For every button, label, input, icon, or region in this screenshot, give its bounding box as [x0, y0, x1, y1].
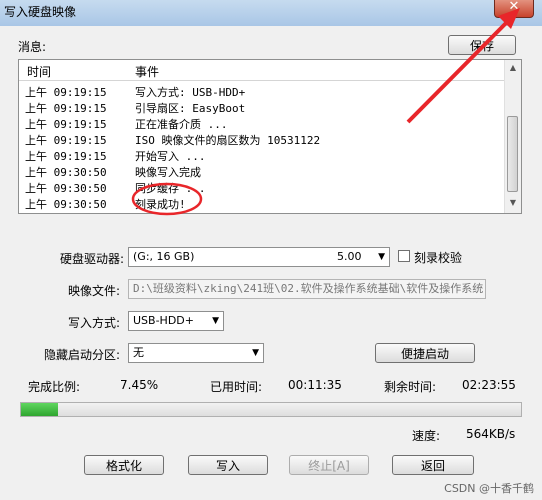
log-time: 上午 09:19:15 — [25, 102, 107, 115]
write-mode-select[interactable]: USB-HDD+ ▼ — [128, 311, 224, 331]
progress-bar — [20, 402, 522, 417]
log-row: 上午 09:19:15 ISO 映像文件的扇区数为 10531122 — [19, 132, 507, 148]
log-header: 时间 事件 — [19, 60, 507, 81]
hidden-partition-select[interactable]: 无 ▼ — [128, 343, 264, 363]
speed-value: 564KB/s — [466, 427, 516, 441]
column-time[interactable]: 时间 — [27, 63, 51, 80]
chevron-down-icon: ▼ — [378, 252, 385, 262]
log-event: 同步缓存 ... — [135, 182, 206, 195]
log-row: 上午 09:19:15 正在准备介质 ... — [19, 116, 507, 132]
window-title: 写入硬盘映像 — [4, 5, 77, 19]
progress-fill — [21, 403, 59, 416]
drive-label: 硬盘驱动器: — [60, 252, 125, 266]
log-time: 上午 09:30:50 — [25, 166, 107, 179]
write-button[interactable]: 写入 — [188, 455, 268, 475]
chevron-down-icon: ▼ — [212, 316, 219, 326]
log-event: 开始写入 ... — [135, 150, 206, 163]
watermark: CSDN @十香千鹤 — [444, 482, 534, 495]
message-log: 时间 事件 上午 09:19:15 写入方式: USB-HDD+ 上午 09:19… — [18, 59, 522, 214]
log-row: 上午 09:19:15 引导扇区: EasyBoot — [19, 100, 507, 116]
write-mode-label: 写入方式: — [68, 316, 121, 330]
title-bar: 写入硬盘映像 ✕ — [0, 0, 542, 26]
back-button[interactable]: 返回 — [392, 455, 474, 475]
verify-label: 刻录校验 — [414, 251, 463, 265]
log-row: 上午 09:30:50 刻录成功! — [19, 196, 507, 212]
log-event: 引导扇区: EasyBoot — [135, 102, 246, 115]
chevron-down-icon: ▼ — [252, 348, 259, 358]
log-event: ISO 映像文件的扇区数为 10531122 — [135, 134, 321, 147]
stop-button[interactable]: 终止[A] — [289, 455, 369, 475]
log-time: 上午 09:19:15 — [25, 150, 107, 163]
elapsed-value: 00:11:35 — [288, 378, 342, 392]
log-row: 上午 09:30:50 同步缓存 ... — [19, 180, 507, 196]
verify-checkbox[interactable] — [398, 250, 410, 262]
log-time: 上午 09:19:15 — [25, 86, 107, 99]
log-time: 上午 09:19:15 — [25, 118, 107, 131]
save-button[interactable]: 保存 — [448, 35, 516, 55]
hidden-partition-label: 隐藏启动分区: — [44, 348, 121, 362]
scroll-down-icon[interactable]: ▼ — [507, 198, 519, 210]
scroll-up-icon[interactable]: ▲ — [507, 63, 519, 75]
log-event: 映像写入完成 — [135, 166, 201, 179]
format-button[interactable]: 格式化 — [84, 455, 164, 475]
log-row: 上午 09:19:15 写入方式: USB-HDD+ — [19, 84, 507, 100]
scroll-thumb[interactable] — [507, 116, 518, 192]
log-time: 上午 09:30:50 — [25, 182, 107, 195]
log-row: 上午 09:19:15 开始写入 ... — [19, 148, 507, 164]
remaining-value: 02:23:55 — [462, 378, 516, 392]
log-event: 写入方式: USB-HDD+ — [135, 86, 246, 99]
log-event: 刻录成功! — [135, 198, 186, 211]
log-event: 正在准备介质 ... — [135, 118, 228, 131]
image-file-field[interactable]: D:\班级资料\zking\241班\02.软件及操作系统基础\软件及操作系统 — [128, 279, 486, 299]
log-time: 上午 09:30:50 — [25, 198, 107, 211]
log-time: 上午 09:19:15 — [25, 134, 107, 147]
speed-label: 速度: — [412, 429, 441, 443]
close-button[interactable]: ✕ — [494, 0, 534, 18]
log-row: 上午 09:30:50 映像写入完成 — [19, 164, 507, 180]
progress-label: 完成比例: — [28, 380, 81, 394]
remaining-label: 剩余时间: — [384, 380, 437, 394]
write-mode-value: USB-HDD+ — [133, 314, 194, 327]
image-file-label: 映像文件: — [68, 284, 121, 298]
drive-size: 5.00 — [337, 250, 362, 263]
drive-value: (G:, 16 GB) — [133, 250, 195, 263]
drive-select[interactable]: (G:, 16 GB) 5.00 ▼ — [128, 247, 390, 267]
progress-value: 7.45% — [120, 378, 159, 392]
column-event[interactable]: 事件 — [135, 63, 159, 80]
messages-label: 消息: — [18, 40, 47, 54]
hidden-partition-value: 无 — [133, 346, 144, 359]
close-icon: ✕ — [508, 0, 520, 14]
elapsed-label: 已用时间: — [210, 380, 263, 394]
quick-boot-button[interactable]: 便捷启动 — [375, 343, 475, 363]
log-scrollbar[interactable]: ▲ ▼ — [504, 60, 521, 213]
